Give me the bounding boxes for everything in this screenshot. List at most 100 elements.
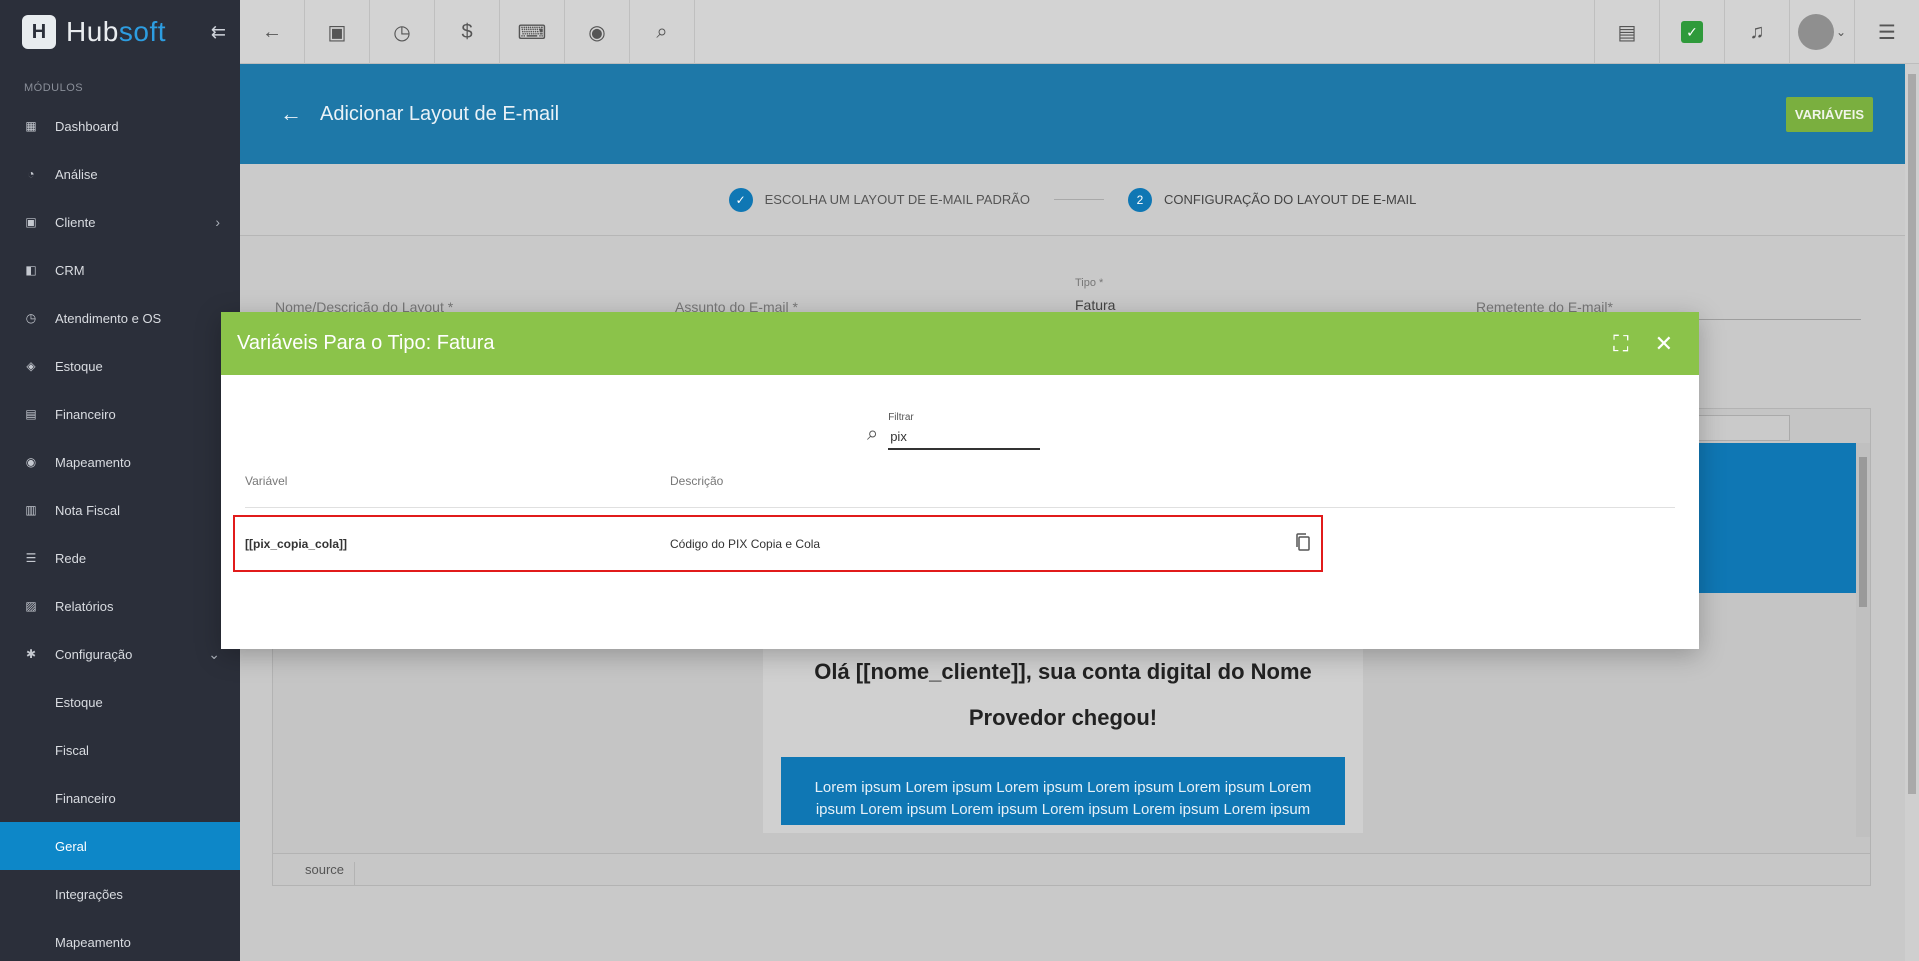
sidebar-item-analise[interactable]: ◔ Análise [0,150,240,198]
table-row[interactable]: [[pix_copia_cola]] Código do PIX Copia e… [233,515,1675,572]
sidebar-item-rede[interactable]: ☰ Rede [0,534,240,582]
search-icon: ⌕ [867,423,879,445]
terminal-icon: ⌨ [517,21,547,44]
sidebar-item-label: Análise [55,166,98,182]
chevron-down-icon: ⌄ [208,645,220,662]
page-title: Adicionar Layout de E-mail [320,102,560,125]
sidebar-item-estoque[interactable]: ◈ Estoque [0,342,240,390]
sidebar-subitem-label: Integrações [55,886,123,902]
contact-card-icon: ▣ [327,21,347,44]
brand-name: Hubsoft [66,16,166,48]
copy-icon[interactable] [1295,532,1311,552]
contact-icon: ▣ [25,215,37,229]
sidebar-item-crm[interactable]: ◧ CRM [0,246,240,294]
receipt-icon: ▥ [25,503,37,517]
terminal-button[interactable]: ⌨ [500,0,565,64]
sidebar-subitem-financeiro[interactable]: Financeiro [0,774,240,822]
filter-label: Filtrar [888,412,914,423]
sidebar-item-label: Relatórios [55,598,114,614]
fullscreen-icon[interactable]: ⛶ [1613,331,1628,357]
sidebar-item-configuracao[interactable]: ✱ Configuração ⌄ [0,630,240,678]
tasks-button[interactable]: ✓ [1659,0,1724,64]
sidebar-item-label: Financeiro [55,406,116,422]
sidebar-item-nota-fiscal[interactable]: ▥ Nota Fiscal [0,486,240,534]
list-icon: ☰ [1878,21,1896,44]
step-2[interactable]: 2 CONFIGURAÇÃO DO LAYOUT DE E-MAIL [1128,187,1417,212]
topbar: ← ▣ ◷ $ ⌨ ◉ ⌕ ▤ ✓ ♫ ⌄ ☰ [240,0,1919,64]
step-1-label: ESCOLHA UM LAYOUT DE E-MAIL PADRÃO [764,192,1030,207]
highlight-outline [233,515,1323,572]
editor-banner-block [1686,443,1856,593]
chevron-right-icon: › [215,214,220,230]
page-title-group: ← Adicionar Layout de E-mail [280,101,559,127]
dollar-icon: $ [461,20,473,43]
step-divider [1054,199,1104,200]
step-2-number: 2 [1128,187,1152,212]
variables-modal: Variáveis Para o Tipo: Fatura ⛶ ✕ ⌕ Filt… [221,312,1699,649]
sidebar-item-label: Atendimento e OS [55,310,162,326]
page-scrollbar-thumb[interactable] [1908,74,1916,794]
sidebar-item-dashboard[interactable]: ▦ Dashboard [0,102,240,150]
sidebar-subitem-geral[interactable]: Geral [0,822,240,870]
variables-table: Variável Descrição [[pix_copia_cola]] Có… [233,454,1675,572]
sidebar-subitem-label: Fiscal [55,742,89,758]
sidebar-item-label: Rede [55,550,87,566]
sidebar-subitem-fiscal[interactable]: Fiscal [0,726,240,774]
variables-button[interactable]: VARIÁVEIS [1785,97,1873,132]
pdf-button[interactable]: ▤ [1594,0,1659,64]
stepper: ✓ ESCOLHA UM LAYOUT DE E-MAIL PADRÃO 2 C… [240,164,1905,236]
sidebar-item-atendimento[interactable]: ◷ Atendimento e OS [0,294,240,342]
brand: H Hubsoft ⇇ [0,0,240,64]
avatar [1797,14,1834,50]
menu-list-button[interactable]: ☰ [1854,0,1919,64]
schedule-button[interactable]: ◷ [370,0,435,64]
sidebar-subitem-integracoes[interactable]: Integrações [0,870,240,918]
section-label: MÓDULOS [24,82,84,94]
sidebar-item-label: Dashboard [55,118,119,134]
email-lorem-block: Lorem ipsum Lorem ipsum Lorem ipsum Lore… [781,757,1345,825]
sidebar-item-relatorios[interactable]: ▨ Relatórios [0,582,240,630]
sidebar-item-label: Cliente [55,214,96,230]
filter-box: Filtrar [888,412,1041,450]
arrow-left-icon[interactable]: ← [280,101,302,127]
map-pin-icon: ◉ [25,455,37,469]
collapse-menu-icon[interactable]: ⇇ [211,22,226,43]
page-scrollbar[interactable] [1905,64,1919,961]
bell-icon: ♫ [1749,20,1765,43]
chevron-down-icon: ⌄ [1835,25,1847,39]
sidebar-item-financeiro[interactable]: ▤ Financeiro [0,390,240,438]
calendar-clock-icon: ◷ [393,21,411,44]
notifications-button[interactable]: ♫ [1724,0,1789,64]
sidebar-subitem-estoque[interactable]: Estoque [0,678,240,726]
step-1[interactable]: ✓ ESCOLHA UM LAYOUT DE E-MAIL PADRÃO [728,187,1030,212]
eye-icon: ◉ [588,21,606,44]
type-select[interactable]: Tipo * Fatura [1075,277,1460,313]
editor-scrollbar[interactable] [1856,443,1870,837]
cube-icon: ◈ [26,359,36,373]
filter-input[interactable] [888,423,1041,450]
sidebar-item-mapeamento[interactable]: ◉ Mapeamento [0,438,240,486]
editor-document[interactable]: Olá [[nome_cliente]], sua conta digital … [763,639,1363,833]
sidebar-subitem-mapeamento[interactable]: Mapeamento [0,918,240,961]
back-button[interactable]: ← [240,0,305,64]
close-icon[interactable]: ✕ [1655,331,1673,357]
sidebar-subitem-label: Estoque [55,694,103,710]
editor-scrollbar-thumb[interactable] [1859,457,1867,607]
step-2-label: CONFIGURAÇÃO DO LAYOUT DE E-MAIL [1164,192,1417,207]
view-button[interactable]: ◉ [565,0,630,64]
table-header: Variável Descrição [245,454,1675,508]
hubsoft-logo-icon: H [22,15,56,49]
source-tab[interactable]: source [305,862,356,886]
sidebar-item-cliente[interactable]: ▣ Cliente › [0,198,240,246]
gear-icon: ✱ [25,647,37,661]
user-menu-button[interactable]: ⌄ [1789,0,1854,64]
filter-field: ⌕ Filtrar [867,412,1041,450]
pdf-icon: ▤ [1617,21,1637,44]
search-button[interactable]: ⌕ [630,0,695,64]
arrow-left-icon: ← [262,20,282,43]
pie-chart-icon: ◔ [27,167,35,181]
search-icon: ⌕ [656,20,668,43]
contacts-button[interactable]: ▣ [305,0,370,64]
report-icon: ▨ [25,599,37,613]
finance-button[interactable]: $ [435,0,500,64]
